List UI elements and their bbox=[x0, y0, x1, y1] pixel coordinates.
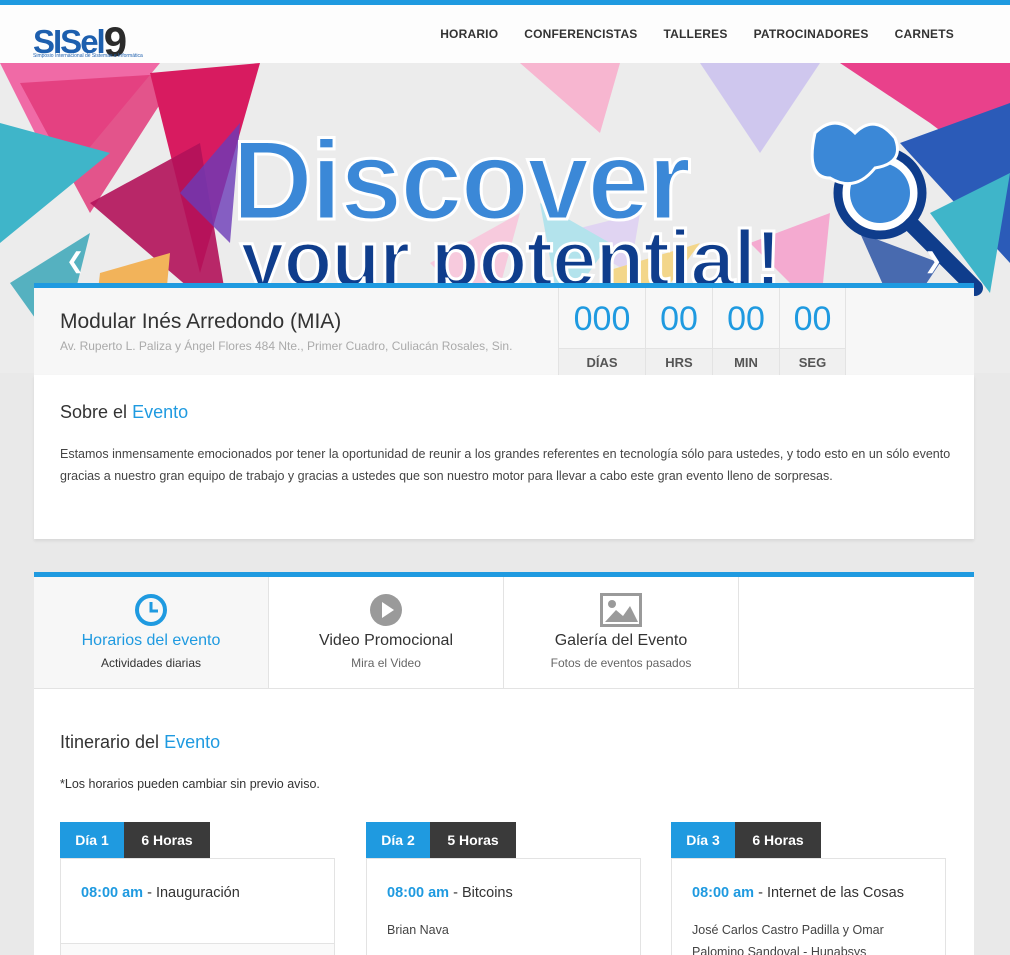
nav-carnets[interactable]: CARNETS bbox=[895, 27, 954, 41]
day-header: Día 2 5 Horas bbox=[366, 822, 641, 858]
schedule-tabs: Horarios del evento Actividades diarias … bbox=[34, 577, 974, 689]
day-hours: 6 Horas bbox=[735, 822, 821, 858]
image-icon bbox=[600, 593, 642, 627]
countdown-days: 000 DÍAS bbox=[558, 288, 645, 375]
day-header: Día 1 6 Horas bbox=[60, 822, 335, 858]
logo-tagline: Simposio Internacional de Sistemas e Inf… bbox=[33, 53, 143, 59]
entry-title: 08:00 am - Inauguración bbox=[81, 885, 240, 901]
tab-horarios[interactable]: Horarios del evento Actividades diarias bbox=[34, 577, 269, 688]
day-column-2: Día 2 5 Horas 08:00 am - Bitcoins Brian … bbox=[366, 822, 641, 955]
event-info-bar: Modular Inés Arredondo (MIA) Av. Ruperto… bbox=[34, 283, 974, 375]
site-logo[interactable]: SISel9 Simposio Internacional de Sistema… bbox=[33, 11, 163, 65]
about-section: Sobre el Evento Estamos inmensamente emo… bbox=[34, 375, 974, 539]
next-entry bbox=[61, 944, 334, 955]
entry-title: 08:00 am - Bitcoins bbox=[387, 885, 513, 901]
schedule-entry[interactable]: 08:00 am - Bitcoins Brian Nava bbox=[366, 858, 641, 955]
about-text: Estamos inmensamente emocionados por ten… bbox=[60, 447, 951, 483]
schedule-section: Horarios del evento Actividades diarias … bbox=[34, 572, 974, 955]
day-hours: 6 Horas bbox=[124, 822, 210, 858]
day-column-1: Día 1 6 Horas 08:00 am - Inauguración bbox=[60, 822, 335, 955]
chevron-right-icon[interactable]: ❯ bbox=[924, 248, 942, 274]
countdown-minutes: 00 MIN bbox=[712, 288, 779, 375]
site-header: SISel9 Simposio Internacional de Sistema… bbox=[0, 5, 1010, 65]
schedule-entry[interactable]: 08:00 am - Inauguración bbox=[60, 858, 335, 955]
day-label[interactable]: Día 2 bbox=[366, 822, 430, 858]
nav-talleres[interactable]: TALLERES bbox=[664, 27, 728, 41]
countdown-hours: 00 HRS bbox=[645, 288, 712, 375]
main-nav: HORARIO CONFERENCISTAS TALLERES PATROCIN… bbox=[440, 27, 954, 41]
schedule-entry[interactable]: 08:00 am - Internet de las Cosas José Ca… bbox=[671, 858, 946, 955]
day-header: Día 3 6 Horas bbox=[671, 822, 946, 858]
countdown: 000 DÍAS 00 HRS 00 MIN 00 SEG bbox=[558, 288, 846, 375]
tab-galeria[interactable]: Galería del Evento Fotos de eventos pasa… bbox=[504, 577, 739, 688]
venue-address: Av. Ruperto L. Paliza y Ángel Flores 484… bbox=[60, 339, 513, 353]
nav-patrocinadores[interactable]: PATROCINADORES bbox=[754, 27, 869, 41]
entry-speaker: José Carlos Castro Padilla y Omar Palomi… bbox=[692, 923, 884, 955]
clock-icon bbox=[135, 594, 167, 626]
itinerary-title: Itinerario del Evento bbox=[60, 732, 221, 752]
play-icon bbox=[370, 594, 402, 626]
countdown-seconds: 00 SEG bbox=[779, 288, 846, 375]
day-hours: 5 Horas bbox=[430, 822, 516, 858]
nav-conferencistas[interactable]: CONFERENCISTAS bbox=[524, 27, 637, 41]
day-label[interactable]: Día 3 bbox=[671, 822, 735, 858]
nav-horario[interactable]: HORARIO bbox=[440, 27, 498, 41]
day-label[interactable]: Día 1 bbox=[60, 822, 124, 858]
itinerary-note: *Los horarios pueden cambiar sin previo … bbox=[60, 777, 320, 791]
entry-title: 08:00 am - Internet de las Cosas bbox=[692, 885, 904, 901]
chevron-left-icon[interactable]: ❮ bbox=[66, 248, 84, 274]
venue-name: Modular Inés Arredondo (MIA) bbox=[60, 310, 342, 333]
about-title: Sobre el Evento bbox=[60, 402, 189, 422]
entry-speaker: Brian Nava bbox=[387, 923, 449, 937]
tab-video[interactable]: Video Promocional Mira el Video bbox=[269, 577, 504, 688]
day-column-3: Día 3 6 Horas 08:00 am - Internet de las… bbox=[671, 822, 946, 955]
